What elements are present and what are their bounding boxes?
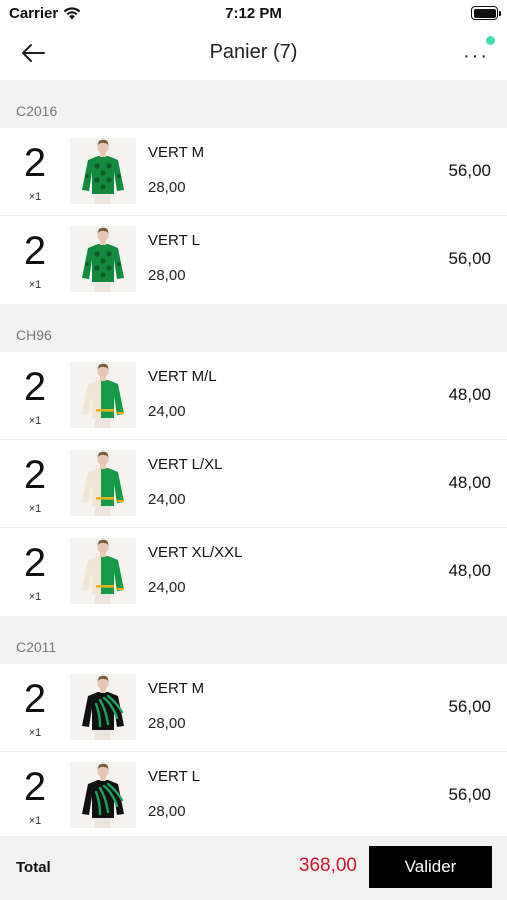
variant-label: VERT M [148,680,205,697]
quantity: 2 [23,541,47,585]
page-title: Panier (7) [209,41,298,63]
total-value: 368,00 [298,855,357,876]
line-total: 56,00 [448,249,491,268]
variant-label: VERT L [148,232,200,249]
group-header: CH96 [0,304,507,352]
variant-label: VERT M/L [148,368,217,385]
nav-bar: Panier (7) ··· [0,28,507,78]
checkout-bar: Total 368,00 Valider [0,836,507,900]
variant-label: VERT XL/XXL [148,544,243,561]
unit-price: 28,00 [148,267,186,284]
cart-item-row[interactable]: 2 ×1 VERT XL/XXL 24,00 48,00 [0,528,507,616]
battery-icon [471,6,501,20]
quantity: 2 [23,453,47,497]
quantity: 2 [23,229,47,273]
status-bar: Carrier 7:12 PM [0,0,507,28]
pack-multiplier: ×1 [28,503,42,515]
validate-button[interactable]: Valider [369,846,492,888]
product-image [70,762,136,828]
pack-multiplier: ×1 [28,727,42,739]
cart-item-row[interactable]: 2 ×1 VERT L 28,00 56,00 [0,752,507,836]
clock: 7:12 PM [225,5,282,22]
line-total: 56,00 [448,785,491,804]
unit-price: 28,00 [148,803,186,820]
group-header: C2016 [0,80,507,128]
pack-multiplier: ×1 [28,415,42,427]
notification-dot [486,36,495,45]
product-image [70,138,136,204]
product-image [70,362,136,428]
unit-price: 24,00 [148,579,186,596]
total-label: Total [16,859,51,876]
unit-price: 28,00 [148,179,186,196]
line-total: 48,00 [448,561,491,580]
more-button[interactable]: ··· [459,36,495,68]
line-total: 48,00 [448,473,491,492]
line-total: 56,00 [448,161,491,180]
product-image [70,226,136,292]
variant-label: VERT L/XL [148,456,223,473]
pack-multiplier: ×1 [28,591,42,603]
more-icon: ··· [463,45,489,67]
line-total: 48,00 [448,385,491,404]
product-image [70,450,136,516]
pack-multiplier: ×1 [28,279,42,291]
variant-label: VERT L [148,768,200,785]
unit-price: 24,00 [148,491,186,508]
quantity: 2 [23,765,47,809]
cart-item-row[interactable]: 2 ×1 VERT L 28,00 56,00 [0,216,507,304]
group-header: C2011 [0,616,507,664]
product-image [70,674,136,740]
cart-screen: Carrier 7:12 PM Panier (7) ··· C2016 2 ×… [0,0,507,900]
pack-multiplier: ×1 [28,191,42,203]
cart-item-row[interactable]: 2 ×1 VERT M 28,00 56,00 [0,128,507,216]
cart-item-row[interactable]: 2 ×1 VERT L/XL 24,00 48,00 [0,440,507,528]
variant-label: VERT M [148,144,205,161]
cart-item-row[interactable]: 2 ×1 VERT M 28,00 56,00 [0,664,507,752]
unit-price: 24,00 [148,403,186,420]
quantity: 2 [23,365,47,409]
quantity: 2 [23,141,47,185]
cart-list[interactable]: C2016 2 ×1 VERT M 28,00 56,00 2 ×1 VERT … [0,80,507,836]
unit-price: 28,00 [148,715,186,732]
cart-item-row[interactable]: 2 ×1 VERT M/L 24,00 48,00 [0,352,507,440]
pack-multiplier: ×1 [28,815,42,827]
product-image [70,538,136,604]
line-total: 56,00 [448,697,491,716]
quantity: 2 [23,677,47,721]
